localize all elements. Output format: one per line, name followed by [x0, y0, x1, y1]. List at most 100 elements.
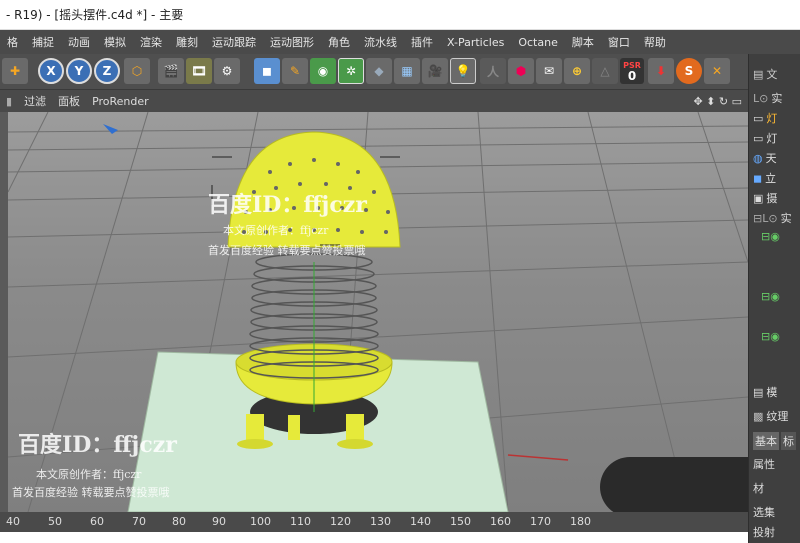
transform-icon[interactable]: ✕ [704, 58, 730, 84]
ruler-tick: 110 [290, 515, 311, 528]
ruler-tick: 40 [6, 515, 20, 528]
object-label: 实 [771, 92, 783, 105]
character-icon[interactable]: 人 [480, 58, 506, 84]
x-axis-lock-button[interactable]: X [38, 58, 64, 84]
ruler-tick: 90 [212, 515, 226, 528]
viewport-menu-prorender[interactable]: ProRender [86, 95, 155, 108]
floor-icon[interactable]: ▦ [394, 58, 420, 84]
object-label: 天 [765, 152, 777, 165]
material-label: 纹理 [766, 410, 789, 423]
y-axis-lock-button[interactable]: Y [66, 58, 92, 84]
tab-basic[interactable]: 基本 [753, 432, 779, 450]
3d-viewport[interactable]: 百度ID：ffjczr 本文原创作者：ffjczr 首发百度经验 转载要点赞投票… [8, 112, 748, 512]
object-row[interactable]: ◍ 天 [753, 150, 777, 166]
foot-left [237, 439, 273, 449]
object-row[interactable]: ◼ 立 [753, 170, 776, 186]
main-toolbar: ✚ X Y Z ⬡ 🎬 🎞 ⚙ ◼ ✎ ◉ ✲ ◆ ▦ 🎥 💡 人 ⬢ ✉ ⊕ … [0, 54, 800, 90]
subdivision-object-icon: ⊟◉ [761, 330, 780, 343]
object-row[interactable]: ▭ 灯 [753, 110, 777, 126]
viewport-navigation-icons[interactable]: ✥ ⬍ ↻ ▭ [687, 95, 748, 108]
spline-pen-icon[interactable]: ✎ [282, 58, 308, 84]
z-axis-label: Z [102, 64, 112, 78]
object-manager-panel: ▤ 文 L⊙ 实 ▭ 灯 ▭ 灯 ◍ 天 ◼ 立 ▣ 摄 ⊟L⊙ 实 ⊟◉ ⊟◉ ⊟◉ ▤ 模 ▩… [748, 54, 800, 543]
object-manager-tab-label: 文 [766, 68, 778, 81]
ruler-tick: 180 [570, 515, 591, 528]
material-row[interactable]: ▩ 纹理 [753, 408, 788, 424]
octane-arrow-icon[interactable]: ⬇ [648, 58, 674, 84]
subdivision-surface-icon[interactable]: ◉ [310, 58, 336, 84]
psr-button[interactable]: PSR 0 [620, 58, 644, 84]
menu-item-help[interactable]: 帮助 [637, 34, 673, 50]
menu-item-x-particles[interactable]: X-Particles [440, 36, 511, 49]
object-label: 摄 [766, 192, 778, 205]
xpresso-icon[interactable]: ⬢ [508, 58, 534, 84]
ruler-tick: 80 [172, 515, 186, 528]
menu-item-script[interactable]: 脚本 [565, 34, 601, 50]
menu-bar: 格 捕捉 动画 模拟 渲染 雕刻 运动跟踪 运动图形 角色 流水线 插件 X-P… [0, 30, 800, 54]
redaction-blob [600, 457, 748, 512]
viewport-menu-panel[interactable]: 面板 [52, 93, 86, 109]
child-row[interactable]: ⊟◉ [761, 230, 780, 243]
object-manager-tab[interactable]: ▤ 文 [753, 66, 777, 82]
mode-tab[interactable]: ▤ 模 [753, 384, 777, 400]
menu-item-sculpt[interactable]: 雕刻 [169, 34, 205, 50]
menu-item-octane[interactable]: Octane [511, 36, 565, 49]
ruler-tick: 150 [450, 515, 471, 528]
menu-item-character[interactable]: 角色 [321, 34, 357, 50]
menu-item-animate[interactable]: 动画 [61, 34, 97, 50]
array-icon[interactable]: ✲ [338, 58, 364, 84]
menu-item-render[interactable]: 渲染 [133, 34, 169, 50]
menu-item-motion-tracking[interactable]: 运动跟踪 [205, 34, 263, 50]
viewport-scene [8, 112, 748, 512]
bottom-margin [0, 532, 748, 543]
timeline-ruler[interactable]: 40 50 60 70 80 90 100 110 120 130 140 15… [0, 512, 748, 532]
tab-tag[interactable]: 标 [781, 432, 796, 450]
attribute-item: 选集 [753, 506, 775, 519]
attribute-tabs: 基本 标 [753, 432, 796, 450]
camera-icon[interactable]: 🎥 [422, 58, 448, 84]
menu-item-grid[interactable]: 格 [0, 34, 25, 50]
menu-item-simulate[interactable]: 模拟 [97, 34, 133, 50]
light-object-icon: ▭ [753, 111, 764, 125]
axis-center-icon[interactable]: ⊕ [564, 58, 590, 84]
object-row[interactable]: ▭ 灯 [753, 130, 777, 146]
menu-item-window[interactable]: 窗口 [601, 34, 637, 50]
attribute-item: 材 [753, 482, 764, 495]
x-axis-label: X [46, 64, 56, 78]
object-label: 灯 [766, 112, 778, 125]
z-axis-lock-button[interactable]: Z [94, 58, 120, 84]
menu-item-pipeline[interactable]: 流水线 [357, 34, 404, 50]
camera-object-icon: ▣ [753, 191, 764, 205]
move-tool-icon[interactable]: ✚ [2, 58, 28, 84]
cube-object-icon: ◼ [753, 171, 763, 185]
coordinate-system-icon[interactable]: ⬡ [124, 58, 150, 84]
ruler-tick: 130 [370, 515, 391, 528]
render-to-picture-viewer-icon[interactable]: 🎞 [186, 58, 212, 84]
object-row[interactable]: L⊙ 实 [753, 90, 782, 106]
python-generator-icon[interactable]: ✉ [536, 58, 562, 84]
object-row[interactable]: ⊟L⊙ 实 [753, 210, 792, 226]
y-axis-label: Y [74, 64, 84, 78]
s-plugin-icon[interactable]: S [676, 58, 702, 84]
child-row[interactable]: ⊟◉ [761, 290, 780, 303]
viewport-handle-icon: ▮ [6, 94, 13, 108]
ruler-tick: 100 [250, 515, 271, 528]
light-icon[interactable]: 💡 [450, 58, 476, 84]
menu-item-plugins[interactable]: 插件 [404, 34, 440, 50]
render-view-icon[interactable]: 🎬 [158, 58, 184, 84]
mirror-icon[interactable]: △ [592, 58, 618, 84]
menu-item-snap[interactable]: 捕捉 [25, 34, 61, 50]
viewport-menu-filter[interactable]: 过滤 [18, 93, 52, 109]
deformer-icon[interactable]: ◆ [366, 58, 392, 84]
object-label: 灯 [766, 132, 778, 145]
window-title-bar: - R19) - [摇头摆件.c4d *] - 主要 [0, 0, 800, 30]
ruler-tick: 170 [530, 515, 551, 528]
render-settings-icon[interactable]: ⚙ [214, 58, 240, 84]
attribute-item: 属性 [753, 458, 775, 471]
child-row[interactable]: ⊟◉ [761, 330, 780, 343]
x-axis-handle[interactable] [507, 454, 569, 461]
viewport-header: ▮ 过滤 面板 ProRender ✥ ⬍ ↻ ▭ [0, 90, 748, 112]
cube-object-icon[interactable]: ◼ [254, 58, 280, 84]
menu-item-mograph[interactable]: 运动图形 [263, 34, 321, 50]
object-row[interactable]: ▣ 摄 [753, 190, 777, 206]
